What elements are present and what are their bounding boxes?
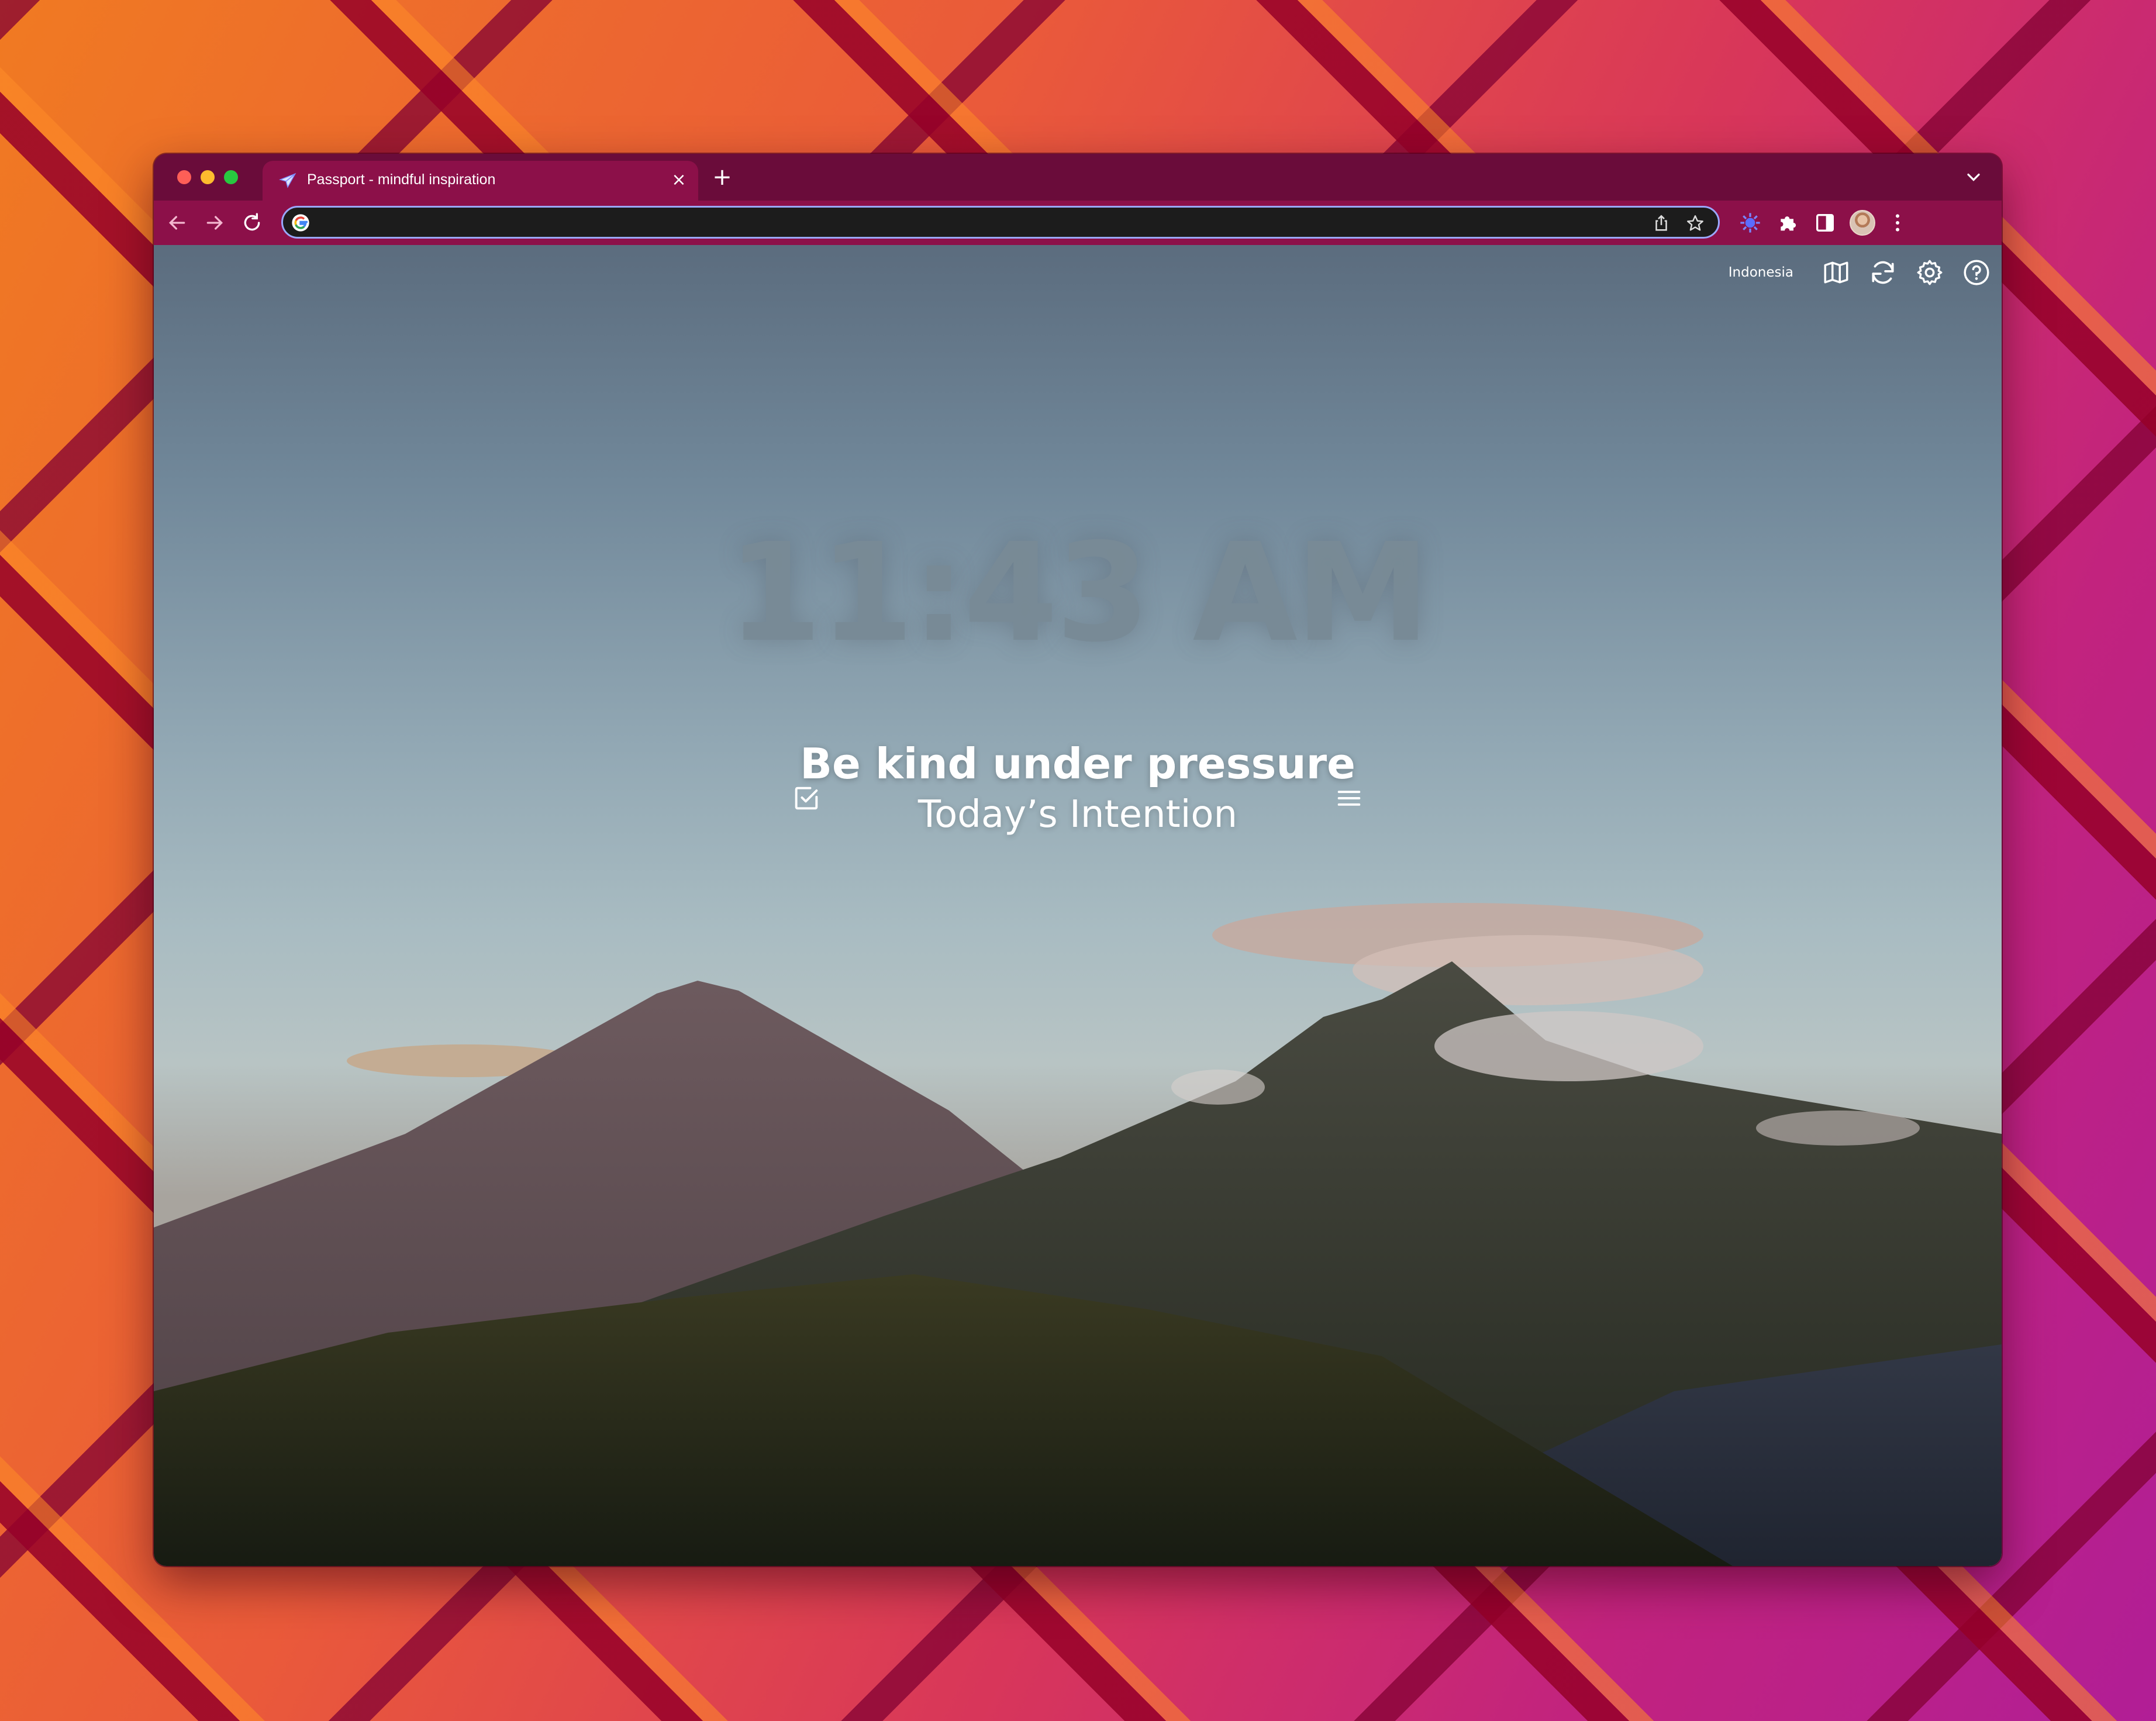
refresh-icon[interactable] <box>1868 258 1898 287</box>
airplane-icon <box>278 171 298 191</box>
hamburger-menu-icon[interactable] <box>1334 783 1364 813</box>
tab-title: Passport - mindful inspiration <box>307 171 496 188</box>
minimize-window-button[interactable] <box>201 170 215 184</box>
help-icon[interactable] <box>1962 258 1991 287</box>
address-bar[interactable] <box>281 206 1720 239</box>
puzzle-icon[interactable] <box>1776 211 1799 234</box>
new-tab-button[interactable]: + <box>709 164 735 190</box>
map-icon[interactable] <box>1822 258 1851 287</box>
share-icon[interactable] <box>1651 213 1671 233</box>
intention-block: Be kind under pressure Today’s Intention <box>154 739 2002 836</box>
tab-close-icon[interactable]: × <box>669 170 689 190</box>
gear-icon[interactable] <box>1915 258 1944 287</box>
tab-strip: Passport - mindful inspiration × + <box>154 154 2002 201</box>
passport-extension-icon[interactable] <box>1738 211 1762 234</box>
more-icon[interactable] <box>1886 211 1909 234</box>
google-icon <box>291 213 310 232</box>
tab-search-chevron-icon[interactable] <box>1963 167 1984 188</box>
intention-title[interactable]: Be kind under pressure <box>154 739 2002 788</box>
browser-window: Passport - mindful inspiration × + Indon… <box>154 154 2002 1566</box>
side-panel-icon[interactable] <box>1813 211 1837 234</box>
location-label[interactable]: Indonesia <box>1729 265 1793 280</box>
close-window-button[interactable] <box>177 170 191 184</box>
browser-toolbar <box>154 201 2002 245</box>
clock: 11:43 AM <box>727 514 1430 672</box>
star-icon[interactable] <box>1685 213 1705 233</box>
new-tab-page: Indonesia 11:43 AM Be kind under pressur… <box>154 245 2002 1566</box>
back-icon[interactable] <box>165 211 189 234</box>
address-input[interactable] <box>318 211 1619 236</box>
top-right-controls: Indonesia <box>1729 258 1991 287</box>
forward-icon[interactable] <box>203 211 226 234</box>
reload-icon[interactable] <box>240 211 264 234</box>
mountain-landscape-image <box>154 903 2002 1566</box>
zoom-window-button[interactable] <box>224 170 238 184</box>
intention-subtitle: Today’s Intention <box>917 793 1238 836</box>
tab-passport[interactable]: Passport - mindful inspiration × <box>263 161 698 201</box>
avatar[interactable] <box>1850 210 1875 236</box>
